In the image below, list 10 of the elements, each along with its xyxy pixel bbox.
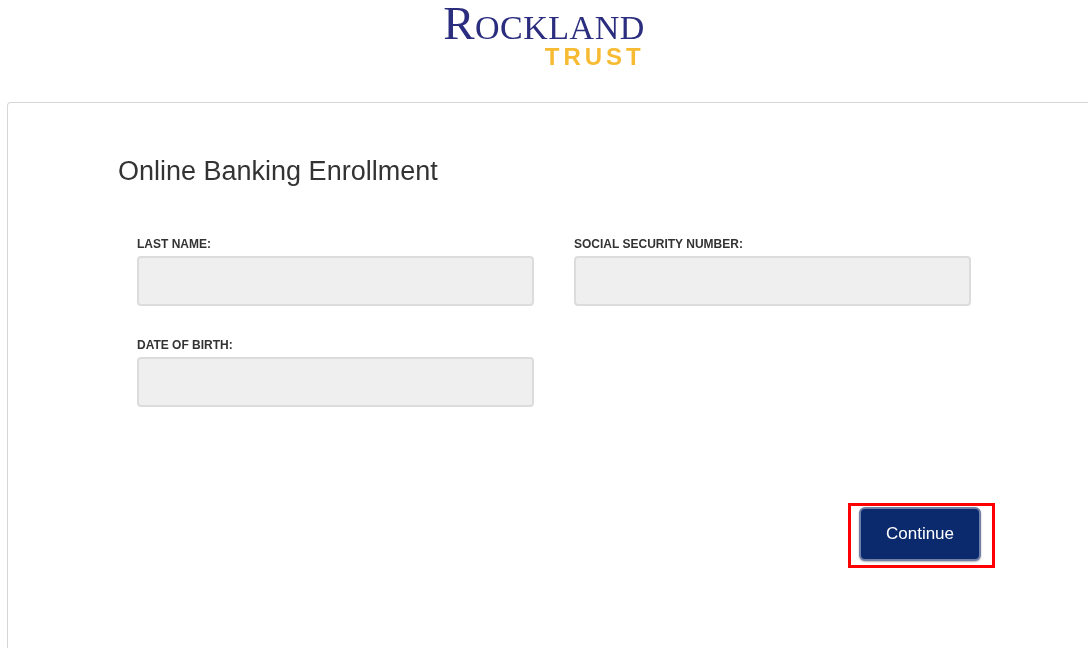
input-field[interactable] bbox=[574, 256, 971, 306]
form-title: Online Banking Enrollment bbox=[118, 155, 439, 188]
input-field[interactable] bbox=[137, 357, 534, 407]
field-label: DATE OF BIRTH: bbox=[137, 338, 234, 352]
continue-button[interactable]: Continue bbox=[859, 507, 981, 561]
field-label: LAST NAME: bbox=[137, 237, 212, 251]
field-label: SOCIAL SECURITY NUMBER: bbox=[574, 237, 744, 251]
brand-logo: ROCKLAND bbox=[443, 4, 645, 47]
input-field[interactable] bbox=[137, 256, 534, 306]
brand-tagline: TRUST bbox=[544, 45, 645, 69]
